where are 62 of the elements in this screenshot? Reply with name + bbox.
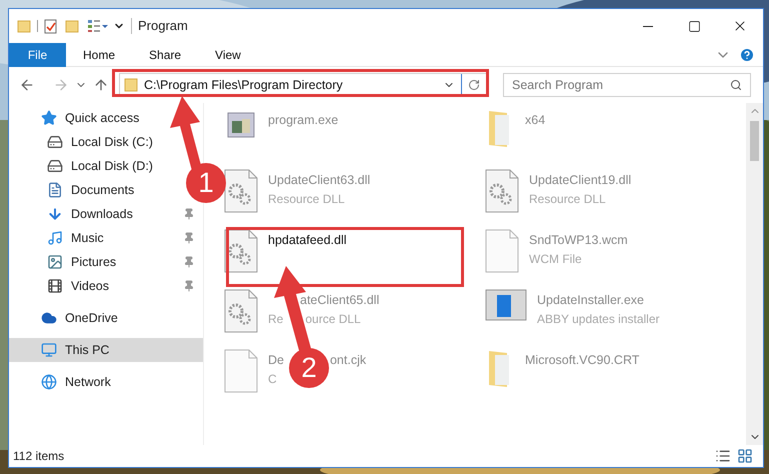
music-note-icon	[47, 230, 63, 246]
file-name: De	[268, 352, 284, 369]
sidebar-item[interactable]: Local Disk (D:)	[47, 156, 153, 176]
gears-document-icon	[485, 169, 519, 213]
file-type: Resource DLL	[268, 190, 345, 208]
sidebar-item[interactable]: Quick access	[41, 108, 140, 128]
sidebar-item[interactable]: Documents	[47, 180, 134, 200]
sidebar-item[interactable]: Local Disk (C:)	[47, 132, 153, 152]
star-icon	[41, 110, 57, 126]
file-type: ource DLL	[305, 310, 361, 328]
file-type: ABBY updates installer	[537, 310, 660, 328]
large-icons-view-icon[interactable]	[737, 448, 753, 464]
gears-document-icon	[224, 169, 258, 213]
monitor-icon	[41, 342, 57, 358]
picture-icon	[47, 254, 63, 270]
maximize-icon	[688, 20, 700, 32]
search-input[interactable]: Search Program	[512, 76, 730, 94]
folder-icon	[17, 19, 31, 33]
scrollbar[interactable]	[746, 103, 763, 445]
document-icon	[47, 182, 63, 198]
file-name: ateClient65.dll	[300, 292, 380, 309]
properties-icon[interactable]	[87, 19, 109, 33]
drive-icon	[47, 158, 63, 174]
file-type: Re	[268, 310, 284, 328]
checked-document-icon	[44, 18, 57, 34]
sidebar-item[interactable]: This PC	[41, 340, 110, 360]
file-type: C	[268, 370, 277, 388]
sidebar-item[interactable]: Downloads	[47, 204, 133, 224]
sidebar-item[interactable]: Videos	[47, 276, 109, 296]
blank-document-icon	[485, 229, 519, 273]
item-count: 112 items	[13, 448, 66, 465]
sidebar-item[interactable]: Network	[41, 372, 111, 392]
file-type: Resource DLL	[529, 190, 606, 208]
gears-document-icon	[224, 229, 258, 273]
file-type: WCM File	[529, 250, 582, 268]
search-field[interactable]: Search Program	[503, 73, 751, 97]
ribbon-tab[interactable]: View	[198, 42, 258, 66]
sidebar-item[interactable]: Pictures	[47, 252, 116, 272]
drive-icon	[47, 134, 63, 150]
network-icon	[41, 374, 57, 390]
download-icon	[47, 206, 63, 222]
scrollbar-thumb[interactable]	[750, 121, 759, 161]
ribbon-tab[interactable]: Share	[132, 42, 198, 66]
installer-icon	[485, 289, 527, 323]
sidebar-item[interactable]: Music	[47, 228, 104, 248]
refresh-icon[interactable]	[468, 79, 480, 91]
ribbon-tab[interactable]: Home	[66, 42, 132, 66]
help-icon[interactable]	[739, 46, 755, 62]
folder-icon	[65, 19, 79, 33]
folder-icon	[124, 78, 138, 92]
sidebar-item[interactable]: OneDrive	[41, 308, 118, 328]
film-icon	[47, 278, 63, 294]
cloud-icon	[41, 310, 57, 326]
search-icon[interactable]	[730, 79, 742, 91]
blank-document-icon	[224, 349, 258, 393]
ribbon-tab[interactable]: File	[9, 42, 66, 66]
file-name: ont.cjk	[330, 352, 366, 369]
file-name[interactable]: hpdatafeed.dll	[268, 231, 347, 250]
address-path: C:\Program Files\Program Directory	[144, 76, 343, 94]
details-view-icon[interactable]	[715, 448, 731, 464]
gears-document-icon	[224, 289, 258, 333]
window-title: Program	[138, 17, 189, 36]
